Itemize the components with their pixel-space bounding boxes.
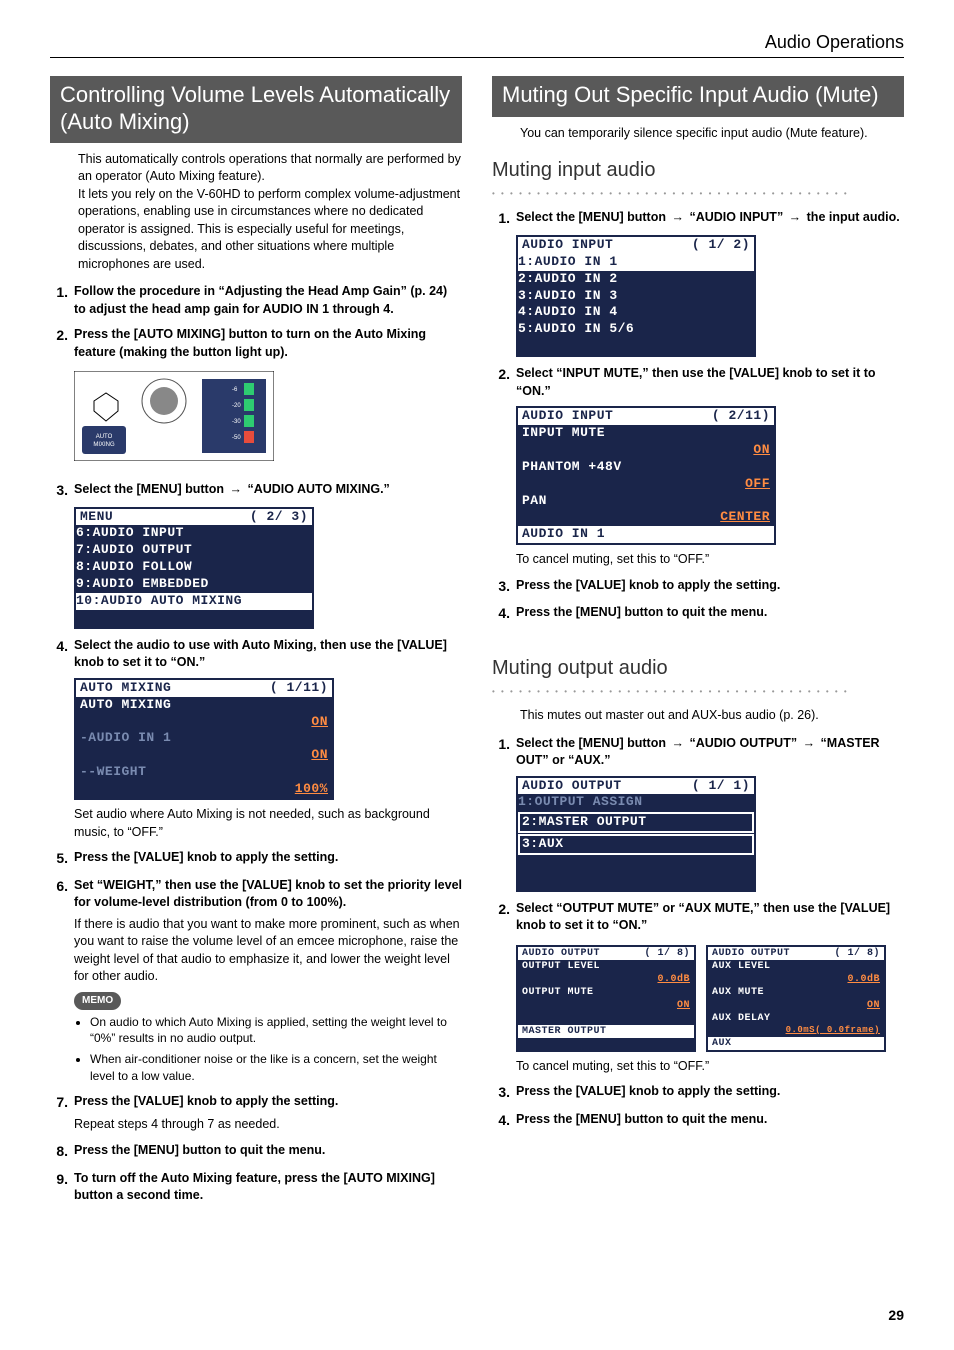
arrow-icon: → <box>671 210 684 224</box>
lcd-output-pair: AUDIO OUTPUT( 1/ 8) OUTPUT LEVEL 0.0dB O… <box>516 939 904 1058</box>
input-step-2: 2.Select “INPUT MUTE,” then use the [VAL… <box>492 365 904 400</box>
step-6: 6.Set “WEIGHT,” then use the [VALUE] kno… <box>50 877 462 912</box>
memo-list: On audio to which Auto Mixing is applied… <box>50 1014 462 1085</box>
panel-illustration: AUTO MIXING -6 -20 -30 -50 <box>74 371 274 461</box>
output-step-2-note: To cancel muting, set this to “OFF.” <box>492 1058 904 1076</box>
step-7: 7.Press the [VALUE] knob to apply the se… <box>50 1093 462 1113</box>
output-step-1: 1.Select the [MENU] button → “AUDIO OUTP… <box>492 735 904 770</box>
arrow-icon: → <box>229 482 242 496</box>
step-8: 8.Press the [MENU] button to quit the me… <box>50 1142 462 1162</box>
svg-text:AUTO: AUTO <box>96 434 113 440</box>
svg-text:-6: -6 <box>232 387 238 393</box>
lcd-audio-output: AUDIO OUTPUT( 1/ 1) 1:OUTPUT ASSIGN 2:MA… <box>516 776 756 892</box>
subhead-output: Muting output audio <box>492 654 904 682</box>
left-title: Controlling Volume Levels Automatically … <box>50 76 462 143</box>
memo-badge: MEMO <box>74 992 121 1010</box>
section-title: Audio Operations <box>765 32 904 52</box>
page-number: 29 <box>888 1306 904 1326</box>
input-step-2-note: To cancel muting, set this to “OFF.” <box>492 551 904 569</box>
step-1: 1.Follow the procedure in “Adjusting the… <box>50 283 462 318</box>
arrow-icon: → <box>789 210 802 224</box>
lcd-master-output: AUDIO OUTPUT( 1/ 8) OUTPUT LEVEL 0.0dB O… <box>516 945 696 1052</box>
step-7-note: Repeat steps 4 through 7 as needed. <box>50 1116 462 1134</box>
input-step-3: 3.Press the [VALUE] knob to apply the se… <box>492 577 904 597</box>
left-intro: This automatically controls operations t… <box>50 151 462 274</box>
arrow-icon: → <box>803 736 816 750</box>
input-step-4: 4.Press the [MENU] button to quit the me… <box>492 604 904 624</box>
output-step-4: 4.Press the [MENU] button to quit the me… <box>492 1111 904 1131</box>
step-5: 5.Press the [VALUE] knob to apply the se… <box>50 849 462 869</box>
lcd-aux-output: AUDIO OUTPUT( 1/ 8) AUX LEVEL 0.0dB AUX … <box>706 945 886 1052</box>
step-2: 2.Press the [AUTO MIXING] button to turn… <box>50 326 462 361</box>
page-header: Audio Operations <box>50 30 904 58</box>
left-column: Controlling Volume Levels Automatically … <box>50 76 462 1208</box>
step-4-note: Set audio where Auto Mixing is not neede… <box>50 806 462 841</box>
output-step-3: 3.Press the [VALUE] knob to apply the se… <box>492 1083 904 1103</box>
memo-item: On audio to which Auto Mixing is applied… <box>90 1014 462 1048</box>
lcd-auto-mixing: AUTO MIXING( 1/11) AUTO MIXING ON -AUDIO… <box>74 678 334 800</box>
subhead-input: Muting input audio <box>492 156 904 184</box>
dotted-rule: • • • • • • • • • • • • • • • • • • • • … <box>492 188 904 199</box>
svg-text:-30: -30 <box>232 419 241 425</box>
lcd-audio-input: AUDIO INPUT( 1/ 2) 1:AUDIO IN 1 2:AUDIO … <box>516 235 756 357</box>
input-step-1: 1.Select the [MENU] button → “AUDIO INPU… <box>492 209 904 229</box>
right-column: Muting Out Specific Input Audio (Mute) Y… <box>492 76 904 1208</box>
right-title: Muting Out Specific Input Audio (Mute) <box>492 76 904 116</box>
arrow-icon: → <box>671 736 684 750</box>
dotted-rule: • • • • • • • • • • • • • • • • • • • • … <box>492 686 904 697</box>
memo-item: When air-conditioner noise or the like i… <box>90 1051 462 1085</box>
svg-text:-20: -20 <box>232 403 241 409</box>
output-step-2: 2.Select “OUTPUT MUTE” or “AUX MUTE,” th… <box>492 900 904 935</box>
lcd-input-mute: AUDIO INPUT( 2/11) INPUT MUTE ON PHANTOM… <box>516 406 776 545</box>
step-4: 4.Select the audio to use with Auto Mixi… <box>50 637 462 672</box>
step-6-note: If there is audio that you want to make … <box>50 916 462 986</box>
right-intro: You can temporarily silence specific inp… <box>492 125 904 143</box>
output-intro: This mutes out master out and AUX-bus au… <box>492 707 904 725</box>
svg-text:-50: -50 <box>232 435 241 441</box>
svg-text:MIXING: MIXING <box>93 442 115 448</box>
lcd-menu: MENU( 2/ 3) 6:AUDIO INPUT 7:AUDIO OUTPUT… <box>74 507 314 629</box>
step-9: 9.To turn off the Auto Mixing feature, p… <box>50 1170 462 1205</box>
step-3: 3.Select the [MENU] button → “AUDIO AUTO… <box>50 481 462 501</box>
